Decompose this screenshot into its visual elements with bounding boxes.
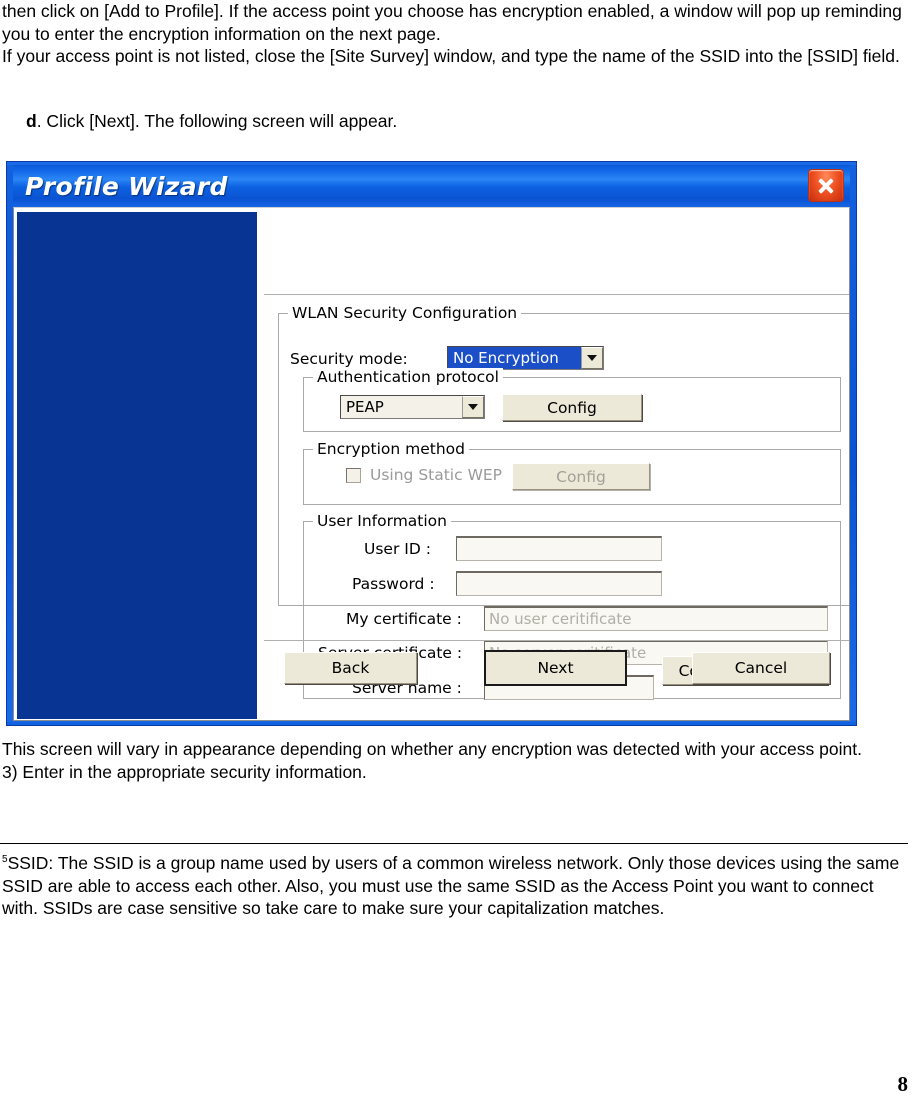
profile-wizard-dialog[interactable]: Profile Wizard WLAN Security Configurati… xyxy=(6,161,857,726)
dialog-client-area: WLAN Security Configuration Security mod… xyxy=(13,207,850,721)
my-certificate-input[interactable]: No user ceritificate xyxy=(484,606,828,631)
cancel-button[interactable]: Cancel xyxy=(692,652,830,684)
wep-config-button[interactable]: Config xyxy=(512,463,650,490)
my-certificate-label: My certificate : xyxy=(346,610,462,628)
password-label: Password : xyxy=(352,575,435,593)
after-image-paragraph: This screen will vary in appearance depe… xyxy=(2,739,862,782)
wizard-side-banner xyxy=(17,212,257,719)
encryption-group-legend: Encryption method xyxy=(313,440,469,458)
using-static-wep-label: Using Static WEP xyxy=(370,466,503,484)
user-id-label: User ID : xyxy=(364,540,431,558)
dialog-titlebar[interactable]: Profile Wizard xyxy=(13,165,850,207)
security-mode-dropdown[interactable]: No Encryption xyxy=(447,346,604,370)
security-mode-label: Security mode: xyxy=(290,350,408,368)
next-button[interactable]: Next xyxy=(484,650,627,686)
step-d-line: d. Click [Next]. The following screen wi… xyxy=(26,110,906,133)
security-mode-value: No Encryption xyxy=(448,347,581,369)
user-information-legend: User Information xyxy=(313,512,451,530)
dialog-title: Profile Wizard xyxy=(25,171,228,201)
wlan-group-legend: WLAN Security Configuration xyxy=(288,304,522,322)
close-icon[interactable] xyxy=(808,169,844,202)
footer-separator xyxy=(264,640,849,641)
footnote-divider xyxy=(0,843,908,844)
encryption-method-group: Encryption method Using Static WEP Confi… xyxy=(303,440,841,505)
user-id-input[interactable] xyxy=(456,536,662,561)
intro-paragraph: then click on [Add to Profile]. If the a… xyxy=(2,1,902,66)
auth-group-legend: Authentication protocol xyxy=(313,368,503,386)
back-button[interactable]: Back xyxy=(284,652,417,684)
authentication-protocol-group: Authentication protocol PEAP Config xyxy=(303,368,841,432)
dialog-content: WLAN Security Configuration Security mod… xyxy=(264,208,849,720)
footnote: 5SSID: The SSID is a group name used by … xyxy=(2,852,910,920)
wlan-security-configuration-group: WLAN Security Configuration Security mod… xyxy=(278,304,849,700)
authentication-protocol-value: PEAP xyxy=(346,398,384,416)
dialog-frame: Profile Wizard WLAN Security Configurati… xyxy=(7,162,856,725)
step-d-marker: d xyxy=(26,111,37,131)
chevron-down-icon[interactable] xyxy=(462,396,484,418)
password-input[interactable] xyxy=(456,571,662,596)
authentication-protocol-dropdown[interactable]: PEAP xyxy=(340,395,485,419)
page-number: 8 xyxy=(897,1072,909,1096)
step-d-text: . Click [Next]. The following screen wil… xyxy=(36,111,398,131)
footnote-text: SSID: The SSID is a group name used by u… xyxy=(2,853,900,918)
using-static-wep-checkbox[interactable] xyxy=(346,468,361,483)
dialog-footer: Back Next Cancel xyxy=(264,648,849,688)
chevron-down-icon[interactable] xyxy=(581,347,603,369)
auth-config-button[interactable]: Config xyxy=(502,394,642,421)
